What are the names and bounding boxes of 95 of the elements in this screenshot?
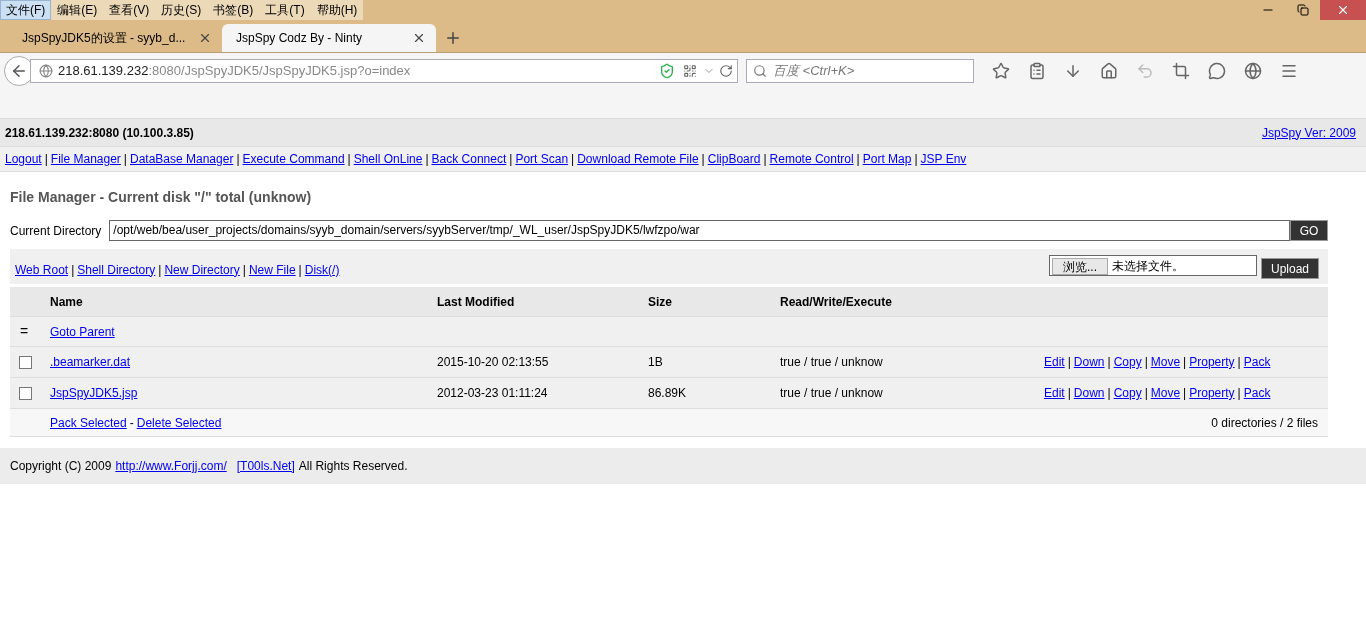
separator-text: | xyxy=(1067,385,1071,402)
separator-text: | xyxy=(71,261,75,279)
upload-button[interactable]: Upload xyxy=(1260,258,1319,279)
link[interactable]: Logout xyxy=(5,150,42,168)
separator-text: | xyxy=(298,261,302,279)
table-cell-text: 2015-10-20 02:13:55 xyxy=(437,354,550,371)
separator-text: | xyxy=(914,151,918,168)
separator-text: - xyxy=(129,414,134,432)
column-header: Size xyxy=(648,293,673,311)
link[interactable]: Port Map xyxy=(862,150,912,168)
separator-text: | xyxy=(1237,354,1241,371)
separator-text: | xyxy=(1107,354,1111,371)
link[interactable]: Down xyxy=(1073,384,1105,402)
menu-item[interactable]: 查看(V) xyxy=(103,0,156,20)
column-header: Read/Write/Execute xyxy=(780,293,893,311)
link[interactable]: Pack xyxy=(1243,353,1271,371)
page-title: File Manager - Current disk "/" total (unknow) xyxy=(10,188,313,207)
separator-text: | xyxy=(1144,385,1148,402)
file-link[interactable]: JspSpyJDK5.jsp xyxy=(50,386,138,400)
link[interactable]: Pack xyxy=(1243,384,1271,402)
separator-text: | xyxy=(856,151,860,168)
separator-text: | xyxy=(236,151,240,168)
separator-text: | xyxy=(123,151,127,168)
link[interactable]: Edit xyxy=(1044,353,1065,371)
separator-text: | xyxy=(1067,354,1071,371)
separator-text: | xyxy=(509,151,513,168)
link[interactable]: File Manager xyxy=(50,150,121,168)
link[interactable]: Copy xyxy=(1113,384,1142,402)
link[interactable]: New Directory xyxy=(164,260,240,279)
link[interactable]: Pack Selected xyxy=(50,413,127,432)
search-field[interactable]: 百度 <Ctrl+K> xyxy=(746,59,974,83)
file-input[interactable]: 浏览... 未选择文件。 xyxy=(1048,255,1257,276)
column-header: Name xyxy=(50,293,84,311)
menu-item[interactable]: 帮助(H) xyxy=(310,0,364,20)
field-label: Current Directory xyxy=(10,222,102,240)
copyright-text: Copyright (C) 2009 xyxy=(10,458,112,475)
table-cell-text: 2012-03-23 01:11:24 xyxy=(437,385,549,402)
link[interactable]: Down xyxy=(1073,353,1105,371)
link[interactable]: Port Scan xyxy=(515,150,569,168)
directory-field[interactable]: /opt/web/bea/user_projects/domains/syyb_domain/servers/syybServer/tmp/_WL_user/JspSpyJDK5/lwfzpo/war xyxy=(109,220,1290,241)
separator-text: | xyxy=(158,261,162,279)
menu-item[interactable]: 历史(S) xyxy=(155,0,208,20)
link[interactable]: Move xyxy=(1150,353,1181,371)
link[interactable]: [T00ls.Net] xyxy=(236,457,295,475)
go-button[interactable]: GO xyxy=(1290,220,1328,241)
table-cell-text: true / true / unknow xyxy=(780,354,884,371)
address-field[interactable]: 218.61.139.232:8080/JspSpyJDK5/JspSpyJDK5.jsp?o=index xyxy=(30,59,738,83)
link[interactable]: ClipBoard xyxy=(707,150,761,168)
link[interactable]: Remote Control xyxy=(769,150,854,168)
summary-text: 0 directories / 2 files xyxy=(1210,414,1319,432)
parent-link[interactable]: Goto Parent xyxy=(50,324,115,339)
link[interactable]: Delete Selected xyxy=(136,413,222,432)
separator-text: | xyxy=(1144,354,1148,371)
link[interactable]: Edit xyxy=(1044,384,1065,402)
table-cell-text: 86.89K xyxy=(648,385,688,402)
link[interactable]: Property xyxy=(1189,353,1235,371)
rights-text: All Rights Reserved. xyxy=(298,458,408,475)
link[interactable]: http://www.Forjj.com/ xyxy=(115,457,227,475)
link[interactable]: DataBase Manager xyxy=(130,150,234,168)
menu-item[interactable]: 文件(F) xyxy=(0,0,52,20)
parent-mark: = xyxy=(19,322,30,341)
separator-text: | xyxy=(763,151,767,168)
browser-tab[interactable]: JspSpyJDK5的设置 - syyb_d... xyxy=(8,24,222,52)
link[interactable]: Back Connect xyxy=(431,150,507,168)
separator-text: | xyxy=(701,151,705,168)
separator-text: | xyxy=(571,151,575,168)
separator-text: | xyxy=(1183,354,1187,371)
server-address: 218.61.139.232:8080 (10.100.3.85) xyxy=(5,124,194,142)
link[interactable]: Shell OnLine xyxy=(353,150,423,168)
link[interactable]: Property xyxy=(1189,384,1235,402)
browser-tab[interactable]: JspSpy Codz By - Ninty xyxy=(222,24,436,52)
separator-text: | xyxy=(1237,385,1241,402)
menu-item[interactable]: 工具(T) xyxy=(259,0,311,20)
version-link[interactable]: JspSpy Ver: 2009 xyxy=(1261,125,1356,140)
link[interactable]: Disk(/) xyxy=(304,260,340,279)
separator-text: | xyxy=(1107,385,1111,402)
link[interactable]: Move xyxy=(1150,384,1181,402)
link[interactable]: Download Remote File xyxy=(577,150,699,168)
link[interactable]: Copy xyxy=(1113,353,1142,371)
column-header: Last Modified xyxy=(437,293,516,311)
separator-text: | xyxy=(425,151,429,168)
table-cell-text: 1B xyxy=(648,354,664,371)
link[interactable]: Shell Directory xyxy=(77,260,156,279)
separator-text: | xyxy=(242,261,246,279)
file-link[interactable]: .beamarker.dat xyxy=(50,355,131,369)
link[interactable]: Execute Command xyxy=(242,150,345,168)
menu-item[interactable]: 编辑(E) xyxy=(51,0,104,20)
separator-text: | xyxy=(44,151,48,168)
link[interactable]: New File xyxy=(248,260,296,279)
table-cell-text: true / true / unknow xyxy=(780,385,884,402)
link[interactable]: JSP Env xyxy=(920,150,967,168)
link[interactable]: Web Root xyxy=(15,260,69,279)
separator-text: | xyxy=(347,151,351,168)
menu-item[interactable]: 书签(B) xyxy=(207,0,260,20)
separator-text: | xyxy=(1183,385,1187,402)
